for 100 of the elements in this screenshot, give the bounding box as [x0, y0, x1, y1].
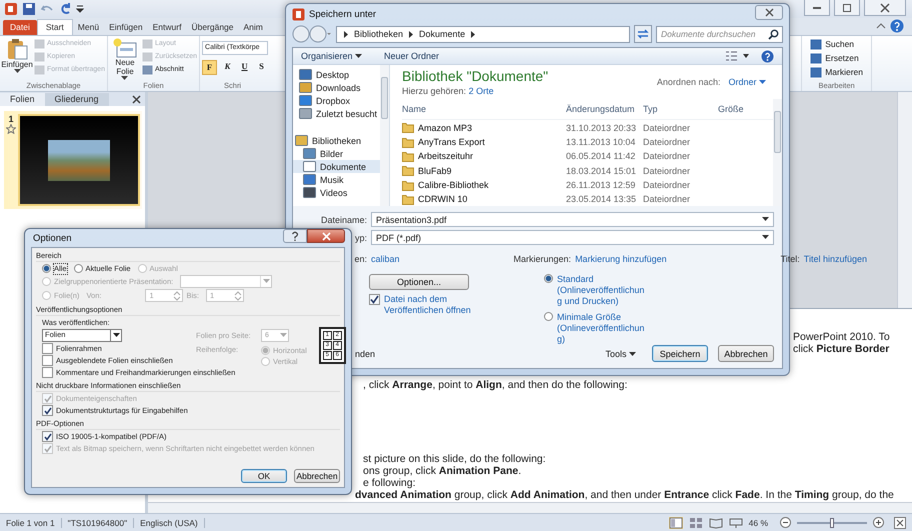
scrollbar[interactable] [380, 65, 389, 206]
dialog-button[interactable]: OK [241, 469, 287, 483]
large-ribbon-button[interactable]: Neue Folie [110, 38, 140, 81]
slideshow-icon[interactable] [728, 516, 743, 528]
radio-button[interactable] [261, 357, 270, 366]
scrollbar[interactable] [148, 502, 912, 513]
ribbon-tab[interactable]: Menü [72, 20, 104, 35]
tools-menu[interactable]: Tools [605, 348, 636, 358]
help-icon[interactable] [761, 50, 774, 63]
format-button[interactable]: U [238, 60, 252, 73]
metadata-value[interactable]: caliban [371, 254, 400, 264]
refresh-icon[interactable] [634, 25, 652, 43]
close-icon[interactable] [132, 94, 141, 104]
checkbox[interactable] [42, 431, 53, 442]
hide-folders-link[interactable]: nden [355, 348, 376, 358]
metadata-value[interactable]: Titel hinzufügen [804, 254, 868, 264]
file-row[interactable]: Arbeitszeituhr 06.05.2014 11:42 Dateiordner [402, 150, 773, 164]
breadcrumb-item[interactable]: Dokumente [419, 29, 466, 39]
organize-button[interactable]: Organisieren [301, 51, 362, 62]
navigation-item[interactable]: Dropbox [293, 94, 380, 108]
file-row[interactable]: Calibre-Bibliothek 26.11.2013 12:59 Dateiordner [402, 178, 773, 192]
radio-button[interactable] [544, 274, 553, 283]
radio-button[interactable] [42, 264, 51, 273]
ribbon-tab[interactable]: Start [36, 19, 73, 35]
checkbox[interactable] [42, 367, 53, 378]
file-row[interactable]: Amazon MP3 31.10.2013 20:33 Dateiordner [402, 121, 773, 135]
ribbon-tab[interactable]: Datei [3, 20, 37, 35]
dialog-button[interactable]: Abbrechen [718, 345, 774, 362]
radio-label[interactable]: Minimale Größe (Onlineveröffentlichung) [557, 312, 649, 345]
format-button[interactable]: K [221, 60, 234, 73]
zoom-out-icon[interactable] [780, 517, 791, 528]
fit-to-window-icon[interactable] [894, 516, 906, 528]
view-options-icon[interactable] [725, 50, 751, 62]
checkbox[interactable] [42, 343, 53, 354]
column-header[interactable]: Typ [643, 104, 718, 114]
navigation-item[interactable]: Bilder [293, 147, 380, 160]
metadata-value[interactable]: Markierung hinzufügen [575, 254, 667, 264]
ribbon-tab[interactable]: Einfügen [104, 20, 148, 35]
file-row[interactable]: BluFab9 18.03.2014 15:01 Dateiordner [402, 164, 773, 178]
format-button[interactable]: F [202, 60, 218, 75]
scrollbar[interactable] [897, 92, 912, 308]
pane-tab[interactable]: Folien [0, 92, 45, 106]
format-button[interactable]: S [255, 60, 268, 73]
locations-link[interactable]: 2 Orte [468, 86, 494, 96]
navigation-item[interactable]: Musik [293, 173, 380, 186]
language[interactable]: Englisch (USA) [140, 518, 205, 528]
checkbox[interactable] [42, 405, 53, 416]
ribbon-button[interactable]: Ersetzen [810, 52, 863, 64]
file-row[interactable]: AnyTrans Export 13.11.2013 10:04 Dateiordner [402, 136, 773, 149]
breadcrumb-item[interactable]: Bibliotheken [354, 29, 404, 39]
ribbon-tab[interactable]: Entwurf [148, 20, 186, 35]
address-bar[interactable]: Bibliotheken Dokumente [336, 26, 630, 42]
close-button[interactable] [864, 0, 906, 16]
ribbon-tab[interactable]: Anim [238, 20, 268, 35]
radio-button[interactable] [544, 312, 553, 321]
maximize-button[interactable] [834, 0, 860, 16]
ribbon-button[interactable]: Suchen [810, 38, 863, 50]
navigation-item[interactable]: Bibliotheken [293, 134, 380, 148]
slide-sorter-icon[interactable] [688, 516, 703, 528]
navigation-item[interactable]: Videos [293, 186, 380, 200]
navigation-item[interactable]: Dokumente [293, 160, 380, 174]
normal-view-icon[interactable] [668, 516, 683, 528]
new-folder-button[interactable]: Neuer Ordner [384, 51, 440, 62]
back-forward-icon[interactable] [292, 25, 332, 43]
dialog-button[interactable]: Abbrechen [294, 469, 340, 483]
ribbon-button[interactable]: Markieren [810, 66, 863, 78]
options-button[interactable]: Optionen... [369, 274, 469, 290]
minimize-button[interactable] [804, 0, 830, 16]
checkbox[interactable] [42, 355, 53, 366]
sort-dropdown[interactable]: Ordner [728, 77, 766, 88]
navigation-item[interactable]: Desktop [293, 68, 380, 82]
zoom-in-icon[interactable] [873, 517, 884, 528]
collapse-ribbon-icon[interactable] [876, 21, 886, 31]
reading-view-icon[interactable] [708, 516, 723, 528]
column-header[interactable]: Name [402, 104, 566, 114]
navigation-item[interactable]: Downloads [293, 81, 380, 94]
help-button[interactable] [283, 229, 307, 243]
close-button[interactable] [755, 4, 783, 20]
column-header[interactable]: Änderungsdatum [566, 104, 643, 114]
checkbox-label[interactable]: Datei nach dem Veröffentlichen öffnen [384, 294, 494, 316]
ribbon-tab[interactable]: Übergänge [186, 20, 239, 35]
dialog-button[interactable]: Speichern [652, 345, 708, 362]
radio-label[interactable]: Standard (Onlineveröffentlichung und Drucken) [557, 274, 649, 307]
save-icon[interactable] [22, 2, 36, 16]
close-button[interactable] [307, 229, 345, 243]
checkbox[interactable] [369, 294, 380, 305]
help-icon[interactable] [890, 19, 904, 33]
radio-button[interactable] [74, 264, 83, 273]
dropdown-field[interactable]: PDF (*.pdf) [371, 230, 774, 245]
zoom-level[interactable]: 46 % [748, 518, 774, 528]
search-field[interactable]: Dokumente durchsuchen [656, 26, 783, 42]
dropdown-field[interactable]: Präsentation3.pdf [371, 212, 774, 227]
navigation-item[interactable]: Zuletzt besucht [293, 107, 380, 120]
column-header[interactable]: Größe [718, 104, 758, 114]
file-row[interactable]: CDRWIN 10 23.05.2014 13:35 Dateiordner [402, 192, 773, 206]
large-ribbon-button[interactable]: Einfügen [2, 38, 32, 81]
slide-thumbnail-row[interactable]: 1 [4, 111, 142, 209]
scrollbar[interactable] [773, 99, 782, 206]
radio-button[interactable] [261, 346, 270, 355]
pane-tab[interactable]: Gliederung [44, 92, 109, 106]
